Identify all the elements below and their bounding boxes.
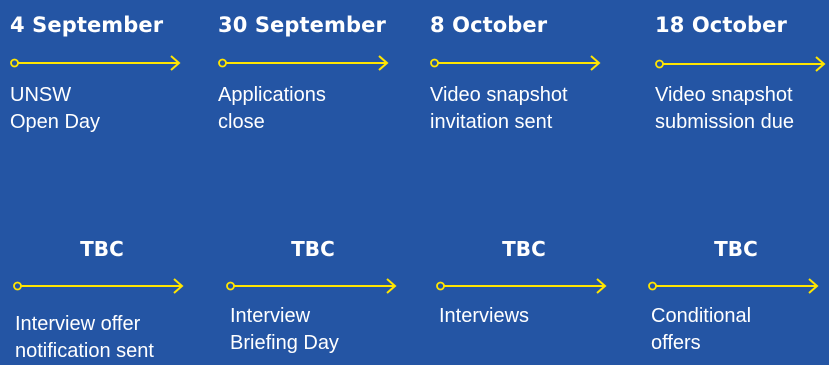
step-date: 4 September bbox=[10, 13, 164, 37]
step-description: Interviews bbox=[439, 305, 530, 327]
step-date: TBC bbox=[291, 237, 335, 261]
timeline-arrow-icon bbox=[655, 56, 826, 72]
step-date: 18 October bbox=[655, 13, 787, 37]
step-date: TBC bbox=[714, 237, 758, 261]
step-description: Video snapshot submission due bbox=[655, 84, 794, 133]
timeline-arrow-icon bbox=[13, 278, 184, 294]
timeline-arrow-icon bbox=[10, 55, 181, 71]
step-description: Conditional offers bbox=[651, 305, 752, 354]
step-date: TBC bbox=[502, 237, 546, 261]
timeline-arrow-icon bbox=[436, 278, 607, 294]
step-description: UNSW Open Day bbox=[10, 84, 101, 133]
timeline-arrow-icon bbox=[218, 55, 389, 71]
timeline-arrow-icon bbox=[226, 278, 397, 294]
step-date: 30 September bbox=[218, 13, 386, 37]
step-date: TBC bbox=[80, 237, 124, 261]
step-description: Interview offer notification sent bbox=[15, 313, 154, 362]
timeline-arrow-icon bbox=[430, 55, 601, 71]
step-date: 8 October bbox=[430, 13, 548, 37]
step-description: Interview Briefing Day bbox=[230, 305, 339, 354]
step-description: Applications close bbox=[218, 84, 326, 133]
timeline-arrow-icon bbox=[648, 278, 819, 294]
step-description: Video snapshot invitation sent bbox=[430, 84, 568, 133]
